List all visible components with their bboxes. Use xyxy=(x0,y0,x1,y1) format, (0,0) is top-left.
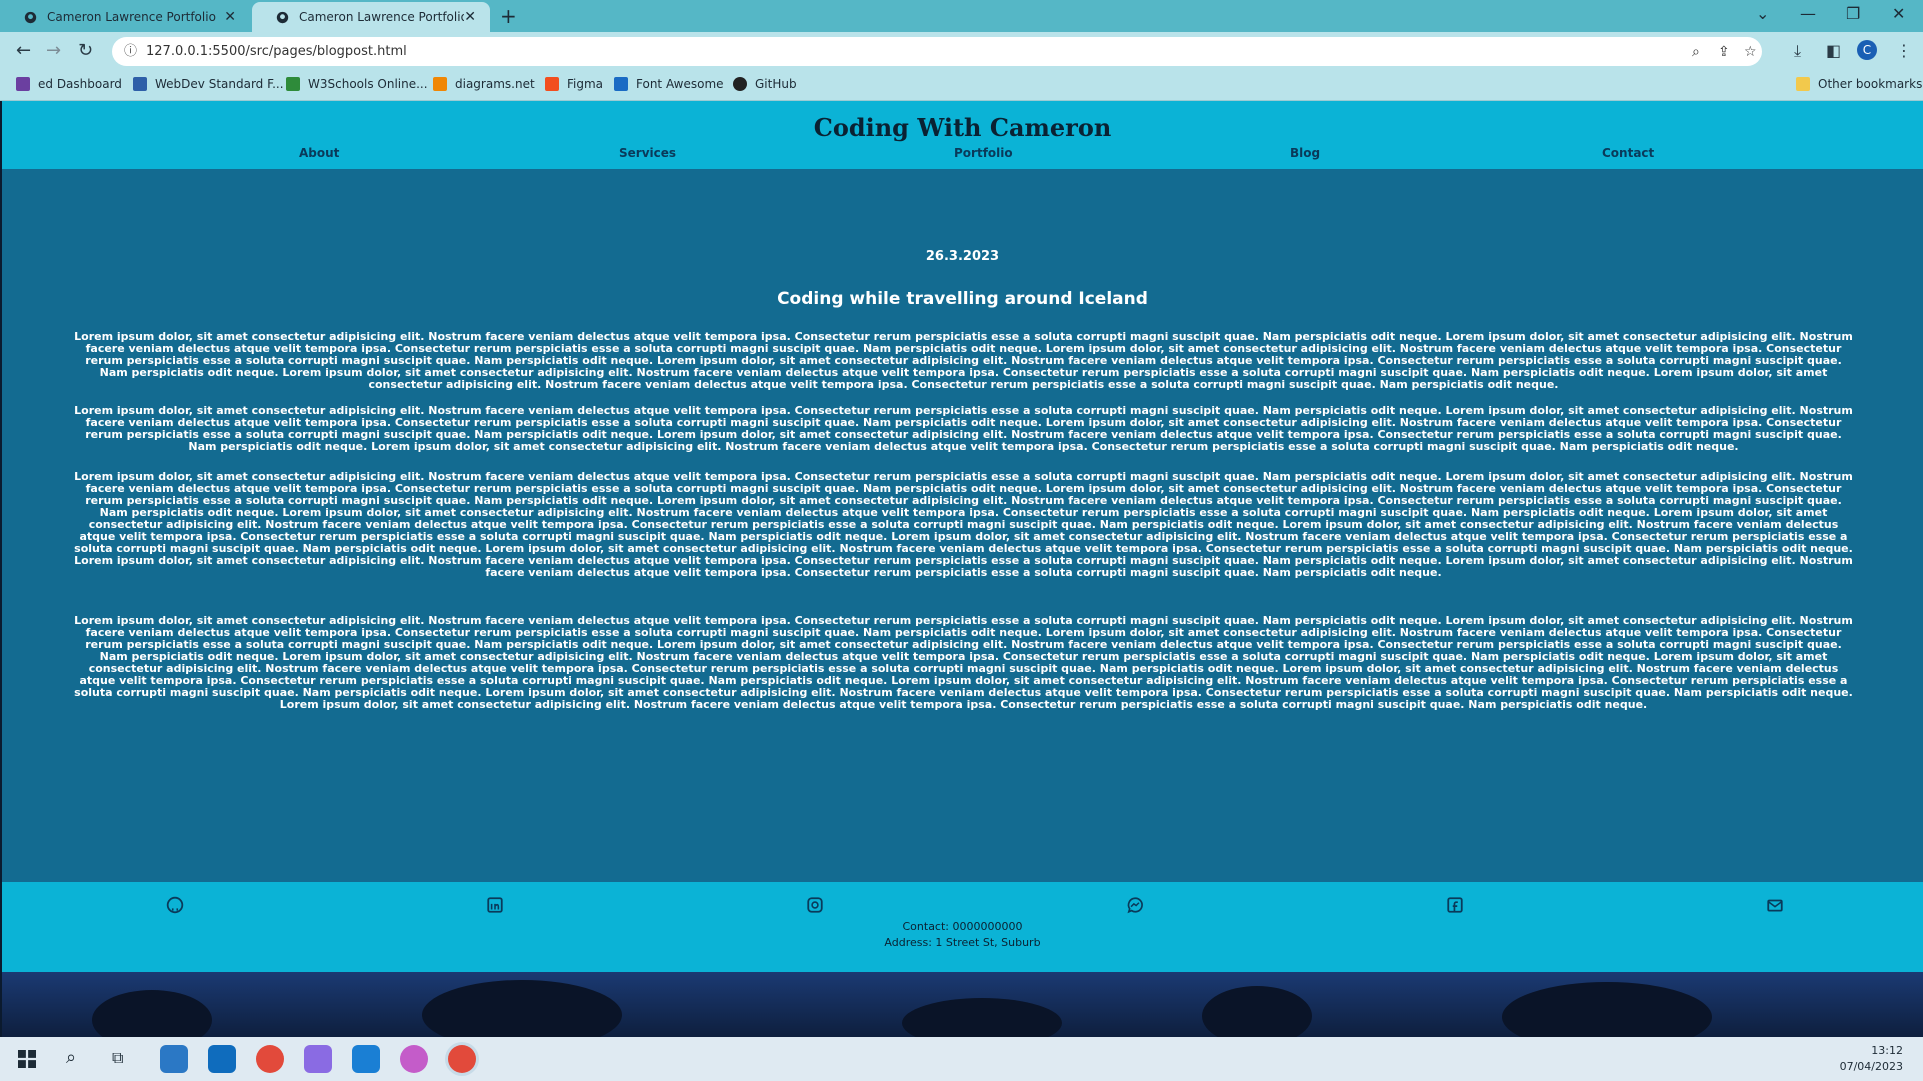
folder-icon xyxy=(1796,77,1810,91)
bookmark-label: ed Dashboard xyxy=(38,77,122,91)
ed-icon xyxy=(16,77,30,91)
minimize-icon[interactable]: — xyxy=(1800,4,1816,23)
post-date: 26.3.2023 xyxy=(925,249,1000,264)
info-icon[interactable]: ⓘ xyxy=(124,37,137,66)
menu-icon[interactable]: ⋮ xyxy=(1896,41,1912,60)
bookmark-label: diagrams.net xyxy=(455,77,535,91)
rock-shape xyxy=(92,990,212,1037)
store-icon[interactable] xyxy=(160,1045,188,1073)
fontawesome-icon xyxy=(614,77,628,91)
site-header: Coding With Cameron About Services Portf… xyxy=(2,101,1923,169)
post-paragraph-2: Lorem ipsum dolor, sit amet consectetur … xyxy=(74,404,1853,453)
nav-services[interactable]: Services xyxy=(619,146,676,160)
github-icon[interactable] xyxy=(166,896,184,914)
github-icon xyxy=(733,77,747,91)
web-page: Coding With Cameron About Services Portf… xyxy=(2,101,1923,1037)
tab-title: Cameron Lawrence Portfolio xyxy=(299,10,465,24)
figma-icon xyxy=(545,77,559,91)
nav-blog[interactable]: Blog xyxy=(1290,146,1320,160)
envelope-icon[interactable] xyxy=(1766,896,1784,914)
messenger-icon[interactable] xyxy=(1126,896,1144,914)
github-icon xyxy=(276,11,289,23)
address-bar[interactable]: ⓘ 127.0.0.1:5500/src/pages/blogpost.html… xyxy=(112,37,1762,66)
clock-time: 13:12 xyxy=(1871,1044,1903,1057)
bookmark-diagrams[interactable]: diagrams.net xyxy=(433,77,535,91)
close-window-icon[interactable]: ✕ xyxy=(1892,4,1905,23)
post-title: Coding while travelling around Iceland xyxy=(777,289,1148,309)
instagram-icon[interactable] xyxy=(806,896,824,914)
bookmark-webdev[interactable]: WebDev Standard F... xyxy=(133,77,284,91)
side-panel-icon[interactable]: ◧ xyxy=(1826,41,1841,60)
task-view-icon[interactable]: ⧉ xyxy=(112,1048,123,1068)
os-taskbar: ⌕ ⧉ 13:12 07/04/2023 xyxy=(0,1037,1923,1081)
windows-start-icon[interactable] xyxy=(18,1050,36,1068)
browser-tab-1[interactable]: Cameron Lawrence Portfolio ✕ xyxy=(0,2,250,32)
footer-address: Address: 1 Street St, Suburb xyxy=(884,936,1041,949)
zoom-icon[interactable]: ⌕ xyxy=(1692,38,1700,67)
close-tab-icon[interactable]: ✕ xyxy=(224,9,236,25)
clock-date: 07/04/2023 xyxy=(1839,1060,1903,1073)
new-tab-icon[interactable]: + xyxy=(500,4,517,28)
browser-tab-2[interactable]: Cameron Lawrence Portfolio ✕ xyxy=(252,2,490,32)
tab-search-icon[interactable]: ⌄ xyxy=(1756,4,1769,23)
download-icon[interactable]: ⤓ xyxy=(1794,41,1801,61)
rock-shape xyxy=(422,980,622,1037)
close-tab-icon[interactable]: ✕ xyxy=(464,9,476,25)
nav-portfolio[interactable]: Portfolio xyxy=(954,146,1013,160)
chrome-icon[interactable] xyxy=(256,1045,284,1073)
webdev-icon xyxy=(133,77,147,91)
bookmark-ed-dashboard[interactable]: ed Dashboard xyxy=(16,77,122,91)
bookmark-label: Figma xyxy=(567,77,604,91)
linkedin-icon[interactable] xyxy=(486,896,504,914)
diagrams-icon xyxy=(433,77,447,91)
bookmark-figma[interactable]: Figma xyxy=(545,77,603,91)
app-icon[interactable] xyxy=(304,1045,332,1073)
site-title: Coding With Cameron xyxy=(813,113,1112,142)
other-bookmarks-label: Other bookmarks xyxy=(1818,77,1923,91)
site-footer: Contact: 0000000000 Address: 1 Street St… xyxy=(2,882,1923,972)
share-icon[interactable]: ⇪ xyxy=(1718,38,1730,67)
bookmark-label: Font Awesome xyxy=(636,77,724,91)
footer-contact: Contact: 0000000000 xyxy=(902,920,1023,933)
mail-icon[interactable] xyxy=(208,1045,236,1073)
nav-about[interactable]: About xyxy=(299,146,339,160)
background-image xyxy=(2,972,1923,1037)
facebook-icon[interactable] xyxy=(1446,896,1464,914)
bookmark-fontawesome[interactable]: Font Awesome xyxy=(614,77,724,91)
url-text: 127.0.0.1:5500/src/pages/blogpost.html xyxy=(146,44,407,59)
chrome-icon[interactable] xyxy=(448,1045,476,1073)
reload-icon[interactable]: ↻ xyxy=(78,40,93,61)
taskbar-clock[interactable]: 13:12 07/04/2023 xyxy=(1840,1043,1903,1075)
w3schools-icon xyxy=(286,77,300,91)
rock-shape xyxy=(1202,986,1312,1037)
post-paragraph-1: Lorem ipsum dolor, sit amet consectetur … xyxy=(74,330,1853,391)
tab-title: Cameron Lawrence Portfolio xyxy=(47,10,216,24)
bookmark-github[interactable]: GitHub xyxy=(733,77,797,91)
forward-icon[interactable]: → xyxy=(46,40,61,61)
other-bookmarks[interactable]: Other bookmarks xyxy=(1796,77,1922,91)
browser-tab-bar: Cameron Lawrence Portfolio ✕ Cameron Law… xyxy=(0,0,1923,32)
rock-shape xyxy=(902,998,1062,1037)
profile-avatar[interactable]: C xyxy=(1857,40,1877,60)
vscode-icon[interactable] xyxy=(352,1045,380,1073)
bookmark-w3schools[interactable]: W3Schools Online... xyxy=(286,77,428,91)
back-icon[interactable]: ← xyxy=(16,40,31,61)
bookmark-label: W3Schools Online... xyxy=(308,77,428,91)
bookmarks-bar: ed Dashboard WebDev Standard F... W3Scho… xyxy=(0,70,1923,101)
browser-toolbar: ← → ↻ ⓘ 127.0.0.1:5500/src/pages/blogpos… xyxy=(0,32,1923,70)
post-paragraph-3: Lorem ipsum dolor, sit amet consectetur … xyxy=(74,470,1853,579)
bookmark-label: WebDev Standard F... xyxy=(155,77,284,91)
bookmark-star-icon[interactable]: ☆ xyxy=(1744,38,1757,67)
search-icon[interactable]: ⌕ xyxy=(66,1047,76,1068)
blog-post: 26.3.2023 Coding while travelling around… xyxy=(2,169,1923,882)
post-paragraph-4: Lorem ipsum dolor, sit amet consectetur … xyxy=(74,614,1853,711)
github-icon xyxy=(24,11,37,23)
rock-shape xyxy=(1502,982,1712,1037)
discord-icon[interactable] xyxy=(400,1045,428,1073)
restore-icon[interactable]: ❐ xyxy=(1846,4,1860,23)
bookmark-label: GitHub xyxy=(755,77,797,91)
nav-contact[interactable]: Contact xyxy=(1602,146,1654,160)
